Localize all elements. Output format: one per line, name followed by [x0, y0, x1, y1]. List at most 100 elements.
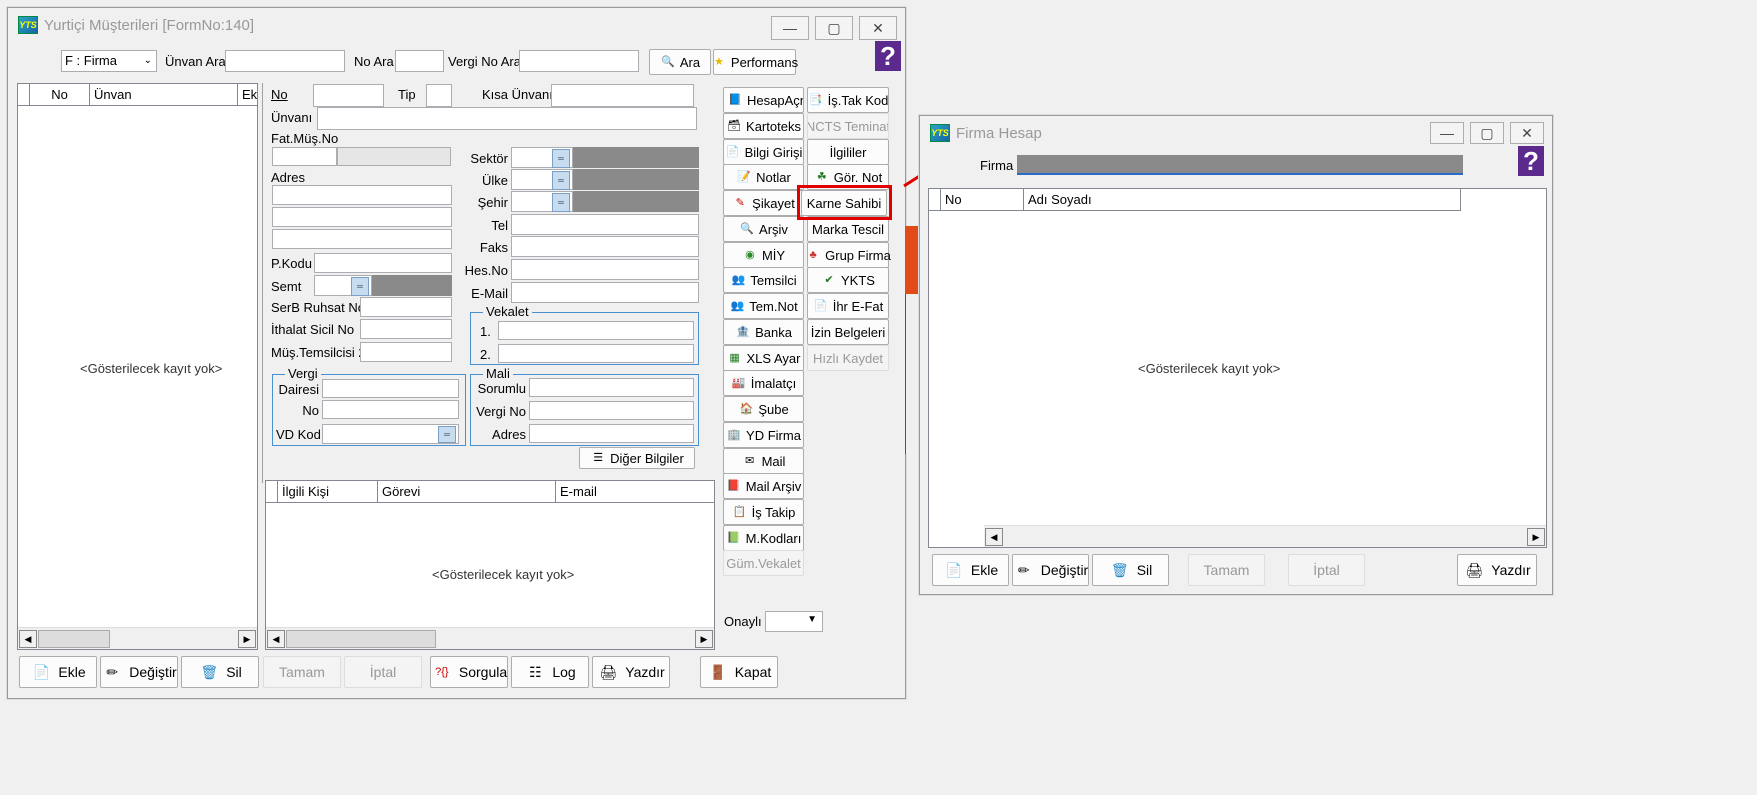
ulke-input[interactable]: ═: [511, 169, 573, 190]
unvan-input[interactable]: [317, 107, 697, 130]
yd-firma-button[interactable]: 🏢 YD Firma: [723, 422, 804, 448]
onayli-select[interactable]: ▼: [765, 611, 823, 632]
hes-no-input[interactable]: [511, 259, 699, 280]
col-gorevi[interactable]: Görevi: [378, 481, 556, 502]
col-ilgili-kisi[interactable]: İlgili Kişi: [278, 481, 378, 502]
main-titlebar[interactable]: YTS Yurtiçi Müşterileri [FormNo:140] — ▢…: [8, 8, 905, 42]
hizli-kaydet-button[interactable]: Hızlı Kaydet: [807, 345, 889, 371]
scroll-thumb[interactable]: [286, 630, 436, 648]
mali-adres-input[interactable]: [529, 424, 694, 443]
scroll-right-icon[interactable]: ▶: [238, 630, 256, 648]
banka-button[interactable]: 🏦 Banka: [723, 319, 804, 345]
horizontal-scrollbar[interactable]: ◀ ▶: [266, 627, 714, 649]
type-select[interactable]: F : Firma ⌄: [61, 50, 157, 72]
ihr-e-fat-button[interactable]: 📄 İhr E-Fat: [807, 293, 889, 319]
adres-input-3[interactable]: [272, 229, 452, 249]
xls-ayar-button[interactable]: ▦ XLS Ayar: [723, 345, 804, 371]
tel-input[interactable]: [511, 214, 699, 235]
ilgililer-button[interactable]: İlgililer: [807, 139, 889, 165]
vd-kod-input[interactable]: ═: [322, 424, 459, 444]
tamam-button[interactable]: Tamam: [263, 656, 341, 688]
scroll-left-icon[interactable]: ◀: [267, 630, 285, 648]
log-button[interactable]: ☷ Log: [511, 656, 589, 688]
mali-sorumlu-input[interactable]: [529, 378, 694, 397]
scroll-right-icon[interactable]: ▶: [1527, 528, 1545, 546]
tamam-button[interactable]: Tamam: [1188, 554, 1265, 586]
lookup-icon[interactable]: ═: [351, 277, 369, 296]
temsilci-button[interactable]: 👥 Temsilci: [723, 267, 804, 293]
vergi-search-input[interactable]: [519, 50, 639, 72]
faks-input[interactable]: [511, 236, 699, 257]
sehir-input[interactable]: ═: [511, 191, 573, 212]
iptal-button[interactable]: İptal: [1288, 554, 1365, 586]
help-icon[interactable]: ?: [875, 41, 901, 71]
col-no[interactable]: No: [30, 84, 90, 105]
yazdir-button[interactable]: 🖨 Yazdır: [592, 656, 670, 688]
no-search-input[interactable]: [395, 50, 444, 72]
close-button[interactable]: ✕: [859, 16, 897, 40]
kapat-button[interactable]: 🚪 Kapat: [700, 656, 778, 688]
lookup-icon[interactable]: ═: [552, 149, 570, 168]
scroll-left-icon[interactable]: ◀: [19, 630, 37, 648]
maximize-button[interactable]: ▢: [1470, 122, 1504, 144]
degistir-button[interactable]: ✏ Değiştir: [1012, 554, 1089, 586]
tip-input[interactable]: [426, 84, 452, 107]
maximize-button[interactable]: ▢: [815, 16, 853, 40]
arsiv-button[interactable]: 🔍 Arşiv: [723, 216, 804, 242]
fat-mus-no-input[interactable]: [272, 147, 337, 166]
contact-grid[interactable]: İlgili Kişi Görevi E-mail <Gösterilecek …: [265, 480, 715, 650]
minimize-button[interactable]: —: [1430, 122, 1464, 144]
lookup-icon[interactable]: ═: [552, 171, 570, 190]
scroll-thumb[interactable]: [38, 630, 110, 648]
is-tak-kod-button[interactable]: 📑 İş.Tak Kod: [807, 87, 889, 113]
mali-vergi-no-input[interactable]: [529, 401, 694, 420]
gum-vekalet-button[interactable]: Güm.Vekalet: [723, 550, 804, 576]
sil-button[interactable]: 🗑 Sil: [181, 656, 259, 688]
sube-button[interactable]: 🏠 Şube: [723, 396, 804, 422]
popup-titlebar[interactable]: YTS Firma Hesap — ▢ ✕: [920, 116, 1552, 150]
horizontal-scrollbar[interactable]: ◀ ▶: [18, 627, 257, 649]
vergi-no-input[interactable]: [322, 400, 459, 419]
firma-hesap-grid[interactable]: No Adı Soyadı <Gösterilecek kayıt yok> ◀…: [928, 188, 1547, 548]
miy-button[interactable]: ◉ MİY: [723, 242, 804, 268]
col-email[interactable]: E-mail: [556, 481, 714, 502]
ithalat-sicil-input[interactable]: [360, 319, 452, 339]
notlar-button[interactable]: 📝 Notlar: [723, 164, 804, 190]
degistir-button[interactable]: ✏ Değiştir: [100, 656, 178, 688]
sil-button[interactable]: 🗑 Sil: [1092, 554, 1169, 586]
col-ek[interactable]: Ek: [238, 84, 257, 105]
close-button[interactable]: ✕: [1510, 122, 1544, 144]
pkodu-input[interactable]: [314, 253, 452, 273]
adres-input-2[interactable]: [272, 207, 452, 227]
tem-not-button[interactable]: 👥 Tem.Not: [723, 293, 804, 319]
col-unvan[interactable]: Ünvan: [90, 84, 238, 105]
serb-ruhsat-input[interactable]: [360, 297, 452, 317]
scroll-left-icon[interactable]: ◀: [985, 528, 1003, 546]
bilgi-girisi-button[interactable]: 📄 Bilgi Girişi: [723, 139, 804, 165]
no-input[interactable]: [313, 84, 384, 107]
lookup-icon[interactable]: ═: [438, 426, 456, 443]
unvan-search-input[interactable]: [225, 50, 345, 72]
izin-belgeleri-button[interactable]: İzin Belgeleri: [807, 319, 889, 345]
mail-arsiv-button[interactable]: 📕 Mail Arşiv: [723, 473, 804, 499]
col-no[interactable]: No: [941, 189, 1024, 210]
iptal-button[interactable]: İptal: [344, 656, 422, 688]
kartoteks-button[interactable]: 🗃 Kartoteks: [723, 113, 804, 139]
performans-button[interactable]: ★ Performans: [713, 49, 798, 75]
firma-value[interactable]: [1017, 155, 1463, 175]
sikayet-button[interactable]: ✎ Şikayet: [723, 190, 804, 216]
ekle-button[interactable]: 📄 Ekle: [19, 656, 97, 688]
col-adi-soyadi[interactable]: Adı Soyadı: [1024, 189, 1460, 210]
vekalet-2-input[interactable]: [498, 344, 694, 363]
ekle-button[interactable]: 📄 Ekle: [932, 554, 1009, 586]
semt-input[interactable]: ═: [314, 275, 372, 296]
ykts-button[interactable]: ✔ YKTS: [807, 267, 889, 293]
sektor-input[interactable]: ═: [511, 147, 573, 168]
horizontal-scrollbar[interactable]: ◀ ▶: [984, 525, 1546, 547]
vekalet-1-input[interactable]: [498, 321, 694, 340]
mail-button[interactable]: ✉ Mail: [723, 448, 804, 474]
email-input[interactable]: [511, 282, 699, 303]
lookup-icon[interactable]: ═: [552, 193, 570, 212]
scroll-right-icon[interactable]: ▶: [695, 630, 713, 648]
customer-grid[interactable]: No Ünvan Ek <Gösterilecek kayıt yok> ◀ ▶: [17, 83, 258, 650]
